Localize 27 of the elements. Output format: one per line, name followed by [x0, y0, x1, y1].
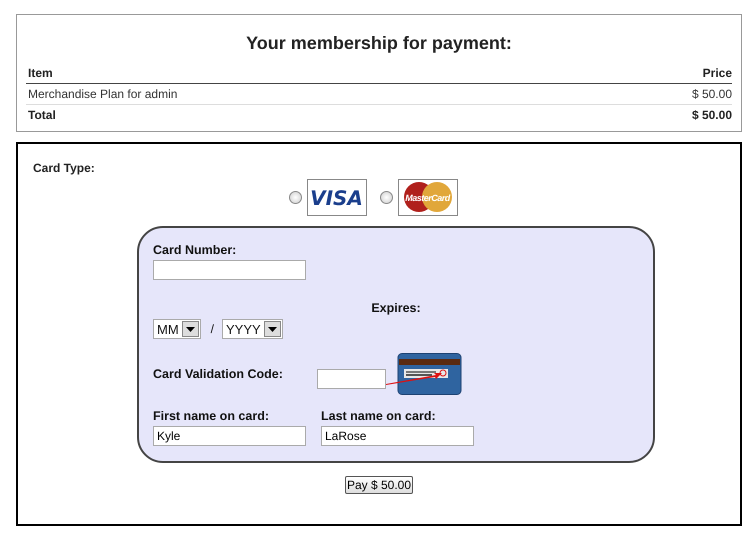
year-select[interactable]: YYYY: [222, 319, 283, 339]
last-name-label: Last name on card:: [321, 409, 437, 423]
last-name-field[interactable]: LaRose: [321, 426, 474, 446]
total-label: Total: [28, 108, 56, 122]
column-header: Item: [28, 66, 53, 80]
visa-logo: VISA: [306, 179, 366, 216]
cvc-field[interactable]: [317, 369, 386, 389]
total-price: $ 50.00: [692, 108, 732, 122]
card-back-icon: [386, 353, 462, 395]
table-cell: $ 50.00: [692, 87, 732, 101]
caret-icon: [268, 326, 277, 332]
month-select[interactable]: MM: [153, 319, 201, 339]
card-number-label: Card Number:: [153, 243, 238, 257]
caret-icon: [186, 326, 195, 332]
table-cell: Merchandise Plan for admin: [28, 87, 178, 101]
radio-button[interactable]: [288, 191, 302, 204]
expires-label: Expires:: [370, 301, 422, 315]
column-header: Price: [702, 66, 732, 80]
cvc-label: Card Validation Code:: [153, 367, 284, 381]
first-name-label: First name on card:: [153, 409, 270, 423]
card-type-label: Card Type:: [33, 161, 96, 175]
summary-title: Your membership for payment:: [245, 33, 513, 54]
radio-button[interactable]: [380, 191, 392, 204]
date-separator: /: [210, 322, 214, 336]
card-number-field[interactable]: [153, 260, 306, 280]
first-name-field[interactable]: Kyle: [153, 426, 306, 446]
pay-button[interactable]: Pay $ 50.00: [344, 476, 414, 494]
